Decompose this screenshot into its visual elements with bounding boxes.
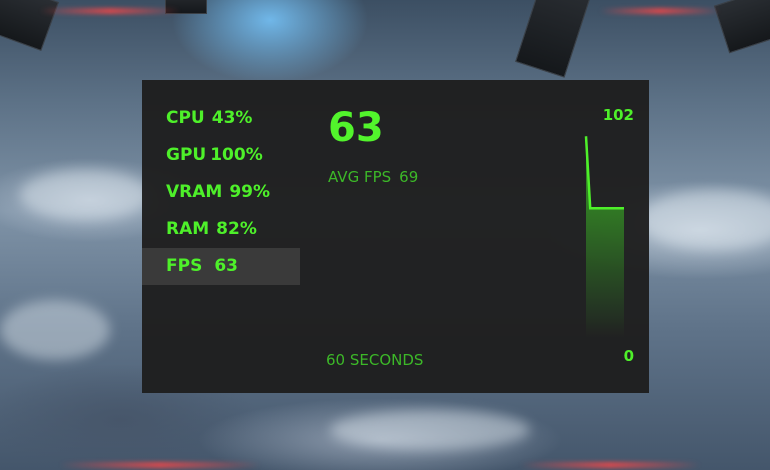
stat-label: CPU <box>166 108 205 128</box>
engine-glow <box>520 462 700 468</box>
spaceship-right-strut <box>515 0 593 78</box>
avg-fps-line: AVG FPS 69 <box>328 168 418 186</box>
game-background: CPU 43% GPU 100% VRAM 99% RAM 82% FPS 63 63 A… <box>0 0 770 470</box>
stat-row-fps[interactable]: FPS 63 <box>142 248 300 285</box>
cloud <box>640 190 770 250</box>
stats-list: CPU 43% GPU 100% VRAM 99% RAM 82% FPS 63 <box>142 100 300 285</box>
stat-value: 100% <box>210 145 263 165</box>
cloud <box>0 300 110 360</box>
stat-label: GPU <box>166 145 207 165</box>
cloud <box>330 410 530 450</box>
engine-glow <box>40 8 180 14</box>
fps-line <box>584 136 624 210</box>
stat-label: RAM <box>166 219 210 239</box>
fps-history-graph <box>584 136 624 338</box>
avg-fps-value: 69 <box>399 168 419 186</box>
stat-value: 82% <box>216 219 257 239</box>
spaceship-right-wing <box>713 0 770 54</box>
engine-glow <box>60 462 260 468</box>
stat-row-gpu[interactable]: GPU 100% <box>142 137 300 174</box>
stat-row-vram[interactable]: VRAM 99% <box>142 174 300 211</box>
stat-value: 99% <box>229 182 271 202</box>
current-fps-value: 63 <box>328 105 384 151</box>
performance-overlay-panel: CPU 43% GPU 100% VRAM 99% RAM 82% FPS 63 63 A… <box>142 80 649 393</box>
graph-min-label: 0 <box>623 347 634 365</box>
graph-window-label: 60 SECONDS <box>326 351 424 369</box>
avg-fps-label: AVG FPS <box>328 168 392 186</box>
graph-max-label: 102 <box>602 106 634 124</box>
stat-label: FPS <box>166 256 203 276</box>
cloud <box>20 170 150 220</box>
engine-glow <box>600 8 720 14</box>
stat-row-ram[interactable]: RAM 82% <box>142 211 300 248</box>
stat-value: 63 <box>214 256 238 276</box>
stat-label: VRAM <box>166 182 223 202</box>
fps-area <box>586 136 624 338</box>
stat-row-cpu[interactable]: CPU 43% <box>142 100 300 137</box>
stat-value: 43% <box>211 108 253 128</box>
